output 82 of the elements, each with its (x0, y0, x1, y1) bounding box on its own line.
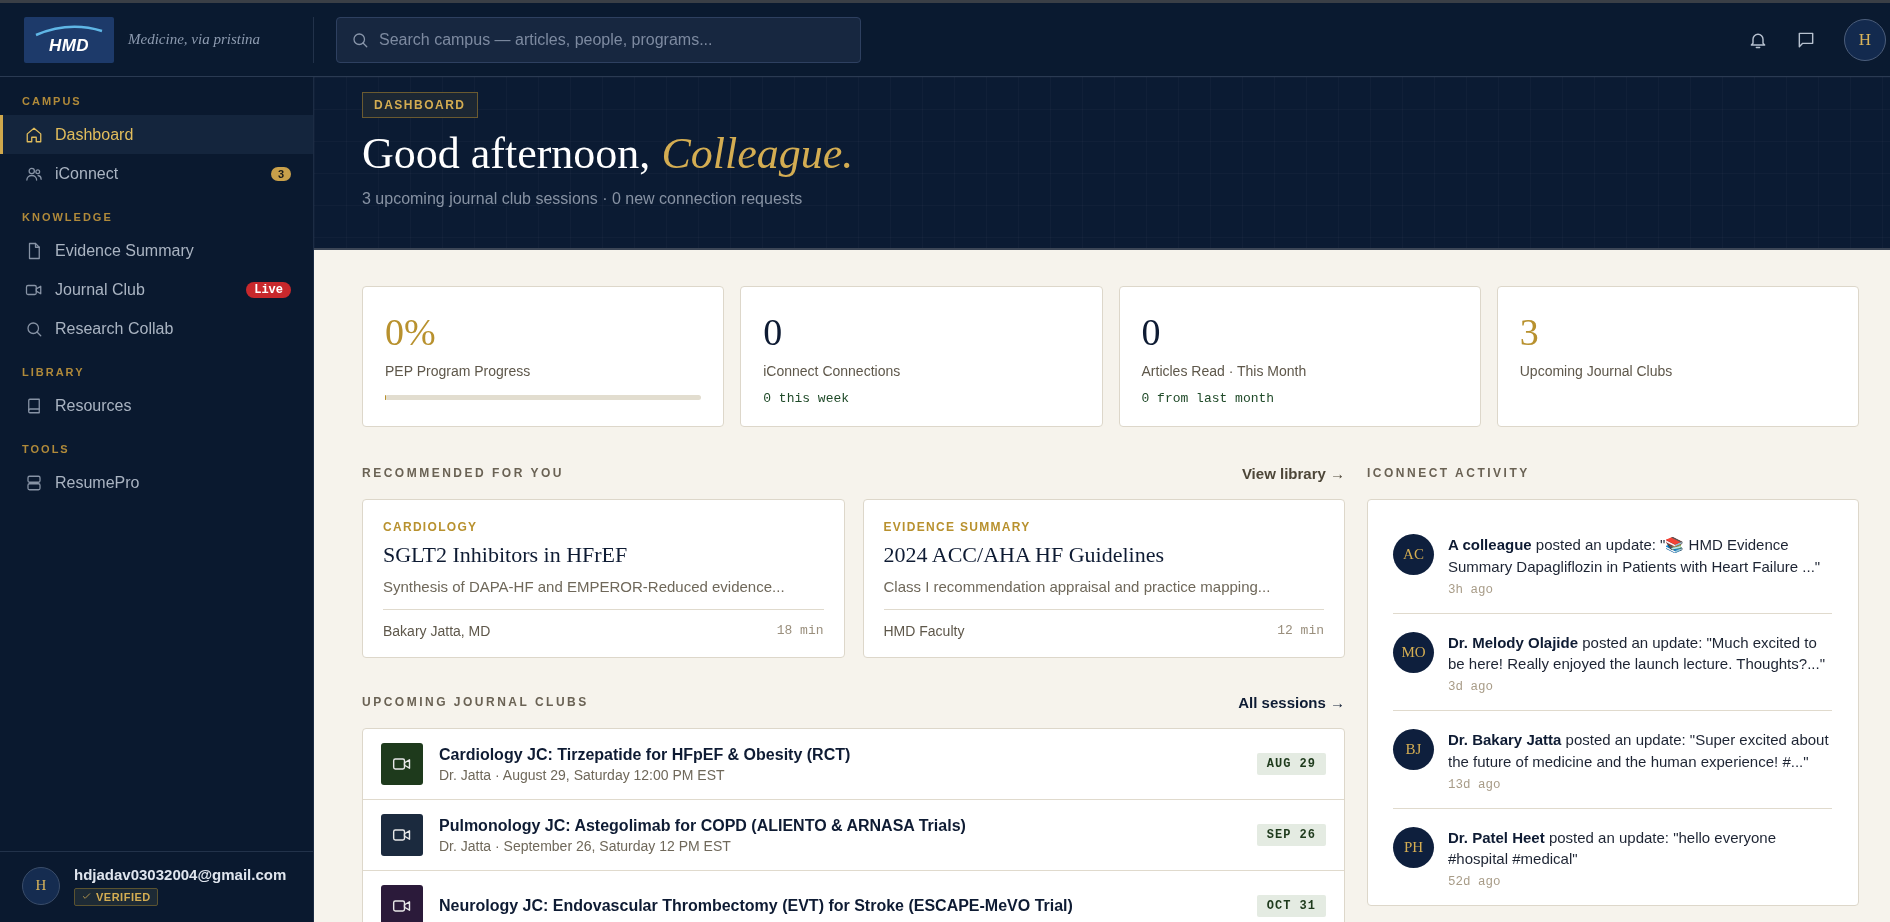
category-label: EVIDENCE SUMMARY (883, 520, 1032, 534)
section-heading: LIBRARY (21, 365, 86, 380)
logo-text: HMD (48, 37, 90, 54)
search-icon (25, 319, 43, 338)
stat-value: 3 (1519, 313, 1540, 351)
sidebar-item[interactable]: ResumePro (0, 463, 313, 502)
article-title: SGLT2 Inhibitors in HFrEF (383, 542, 629, 568)
read-time: 18 min (776, 623, 824, 639)
stacked-boxes-icon (25, 473, 43, 492)
author-name: HMD Faculty (883, 623, 965, 639)
live-badge: Live (246, 281, 291, 298)
stat-value: 0 (1141, 313, 1162, 351)
stat-label: iConnect Connections (763, 363, 902, 379)
verified-badge: VERIFIED (74, 887, 158, 906)
session-title: Neurology JC: Endovascular Thrombectomy (EVT) for Stroke (ESCAPE-MeVO Trial) (439, 897, 1074, 915)
avatar: PH (1393, 826, 1434, 868)
section-heading: UPCOMING JOURNAL CLUBS (362, 695, 589, 709)
stat-label: Articles Read · This Month (1141, 363, 1308, 379)
all-sessions-link[interactable]: All sessions → (1238, 693, 1345, 711)
avatar: MO (1393, 631, 1434, 673)
avatar: AC (1393, 534, 1434, 575)
section-heading: KNOWLEDGE (21, 210, 114, 225)
sidebar-item[interactable]: Research Collab (0, 309, 313, 348)
session-title: Cardiology JC: Tirzepatide for HFpEF & Obesity (RCT) (439, 745, 852, 764)
date-chip: OCT 31 (1256, 895, 1326, 917)
sidebar-item[interactable]: Journal Club Live (0, 270, 313, 309)
stat-value: 0% (385, 313, 437, 351)
sidebar-item[interactable]: Resources (0, 386, 313, 425)
greeting-heading: Good afternoon, Colleague. (362, 130, 855, 179)
avatar[interactable]: H (1844, 18, 1886, 61)
stat-note: 0 this week (763, 391, 851, 406)
search-input[interactable]: Search campus — articles, people, programs... (379, 30, 846, 49)
sidebar-item[interactable]: Dashboard (0, 115, 313, 154)
count-badge: 3 (270, 166, 291, 181)
session-row[interactable]: Neurology JC: Endovascular Thrombectomy (EVT) for Stroke (ESCAPE-MeVO Trial) OCT 31 (363, 871, 1344, 922)
article-card[interactable]: CARDIOLOGY SGLT2 Inhibitors in HFrEF Synthesis of DAPA-HF and EMPEROR-Reduced evidence... Bakary Jatta, MD 18 min (362, 499, 845, 658)
article-summary: Class I recommendation appraisal and practice mapping... (883, 578, 1324, 610)
search-icon (351, 30, 369, 49)
sidebar-item[interactable]: Evidence Summary (0, 231, 313, 270)
activity-text: Dr. Bakary Jatta posted an update: "Super excited about the future of medicine and the human experience! #..." (1448, 730, 1830, 772)
category-label: CARDIOLOGY (383, 520, 479, 534)
activity-text: A colleague posted an update: "📚 HMD Evidence Summary Dapagliflozin in Patients with Heart Failure ..." (1448, 535, 1822, 577)
activity-time: 3d ago (1448, 680, 1494, 694)
session-title: Pulmonology JC: Astegolimab for COPD (ALIENTO & ARNASA Trials) (439, 816, 967, 835)
stat-label: PEP Program Progress (385, 363, 532, 379)
search-field[interactable]: Search campus — articles, people, programs... (336, 16, 861, 63)
activity-text: Dr. Melody Olajide posted an update: "Much excited to be here! Really enjoyed the launch lecture. Thoughts?..." (1448, 632, 1826, 675)
activity-time: 52d ago (1448, 875, 1502, 889)
avatar: BJ (1393, 729, 1434, 770)
stat-note: 0 from last month (1141, 391, 1276, 406)
activity-text: Dr. Patel Heet posted an update: "hello everyone #hospital #medical" (1448, 827, 1778, 870)
section-heading: TOOLS (21, 442, 71, 457)
session-details: Dr. Jatta · September 26, Saturday 12 PM EST (439, 837, 732, 854)
stat-value: 0 (763, 313, 784, 351)
article-card[interactable]: EVIDENCE SUMMARY 2024 ACC/AHA HF Guidelines Class I recommendation appraisal and practice mapping... HMD Faculty 12 min (862, 499, 1345, 658)
user-email: hdjadav03032004@gmail.com (74, 865, 287, 883)
author-name: Bakary Jatta, MD (383, 623, 491, 639)
date-chip: SEP 26 (1256, 824, 1326, 846)
section-heading: RECOMMENDED FOR YOU (362, 466, 564, 480)
stat-label: Upcoming Journal Clubs (1519, 363, 1674, 379)
logo-badge[interactable]: HMD (24, 16, 114, 63)
read-time: 12 min (1277, 623, 1324, 639)
avatar: H (22, 866, 60, 905)
session-details: Dr. Jatta · August 29, Saturday 12:00 PM EST (439, 766, 726, 783)
view-library-link[interactable]: View library → (1241, 464, 1345, 482)
article-summary: Synthesis of DAPA-HF and EMPEROR-Reduced evidence... (383, 578, 824, 610)
check-icon (81, 891, 92, 902)
activity-time: 13d ago (1448, 777, 1502, 792)
page-tag: DASHBOARD (362, 92, 478, 118)
tagline: Medicine, via pristina (128, 31, 261, 48)
home-icon (25, 125, 43, 144)
book-icon (25, 396, 43, 415)
date-chip: AUG 29 (1256, 753, 1326, 775)
session-row[interactable]: Pulmonology JC: Astegolimab for COPD (ALIENTO & ARNASA Trials) Dr. Jatta · September 26, Saturday 12 PM EST SEP 26 (363, 800, 1344, 871)
section-heading: CAMPUS (21, 94, 83, 109)
section-heading: ICONNECT ACTIVITY (1367, 466, 1530, 480)
activity-time: 3h ago (1448, 582, 1494, 597)
article-title: 2024 ACC/AHA HF Guidelines (883, 542, 1166, 568)
summary-text: 3 upcoming journal club sessions · 0 new connection requests (362, 190, 804, 209)
swoosh-icon (34, 25, 104, 37)
session-row[interactable]: Cardiology JC: Tirzepatide for HFpEF & Obesity (RCT) Dr. Jatta · August 29, Saturday 12:00 PM EST AUG 29 (363, 729, 1344, 800)
sidebar-item[interactable]: iConnect 3 (0, 154, 313, 193)
